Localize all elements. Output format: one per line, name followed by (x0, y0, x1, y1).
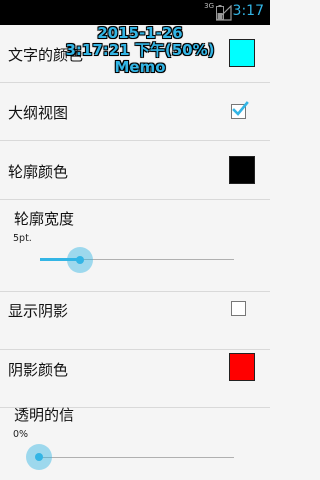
overlay-time: 3:17:21 下午(50%) (65, 41, 215, 59)
overlay-app-name: Memo (114, 58, 166, 76)
outline-color-swatch[interactable] (229, 156, 255, 184)
outline-view-checkbox[interactable] (231, 101, 249, 119)
transparency-title: 透明的信 (14, 406, 75, 424)
outline-width-value: 5pt. (13, 233, 32, 244)
transparency-slider-track[interactable] (40, 457, 234, 458)
outline-color-row[interactable]: 轮廓颜色 (0, 141, 270, 200)
show-shadow-checkbox[interactable] (231, 301, 246, 316)
outline-width-slider-thumb[interactable] (67, 247, 93, 273)
network-type-label: 3G (204, 2, 214, 10)
outline-width-title: 轮廓宽度 (14, 210, 75, 228)
show-shadow-row[interactable]: 显示阴影 (0, 292, 270, 350)
transparency-value: 0% (13, 429, 29, 440)
battery-icon (216, 5, 224, 20)
outline-view-row[interactable]: 大纲视图 (0, 83, 270, 141)
shadow-color-label: 阴影颜色 (8, 361, 69, 379)
transparency-slider-thumb[interactable] (26, 444, 52, 470)
overlay-date: 2015-1-26 (97, 24, 183, 42)
memo-overlay: 2015-1-26 3:17:21 下午(50%) Memo (60, 25, 220, 76)
shadow-color-swatch[interactable] (229, 353, 255, 381)
outline-color-label: 轮廓颜色 (8, 163, 69, 181)
status-bar: 3G 3:17 (0, 0, 270, 25)
show-shadow-label: 显示阴影 (8, 302, 69, 320)
checkmark-icon (232, 101, 249, 116)
outline-view-label: 大纲视图 (8, 104, 69, 122)
outline-width-row: 轮廓宽度 5pt. (0, 200, 270, 292)
text-color-swatch[interactable] (229, 39, 255, 67)
settings-list: 文字的颜色 大纲视图 轮廓颜色 轮廓宽度 5pt. 显示阴影 阴影颜色 透明的信… (0, 25, 270, 480)
status-time: 3:17 (232, 3, 264, 19)
transparency-row: 透明的信 0% (0, 396, 270, 480)
